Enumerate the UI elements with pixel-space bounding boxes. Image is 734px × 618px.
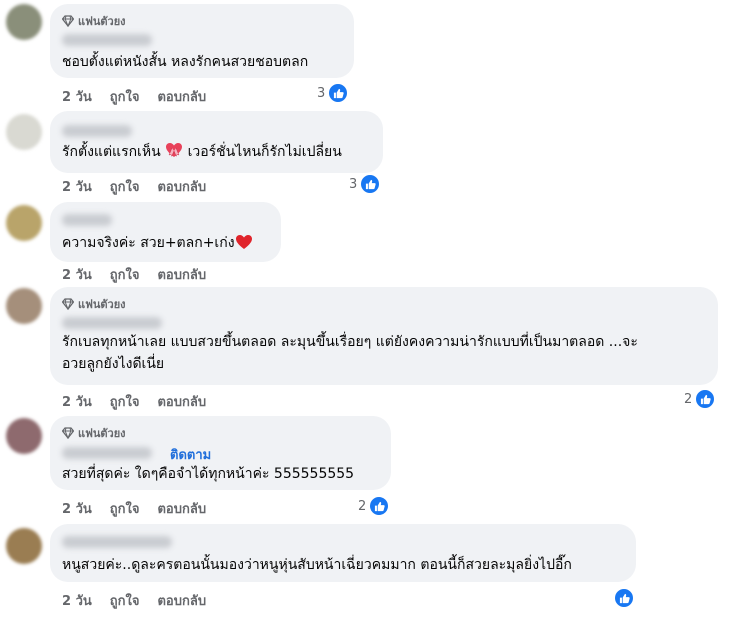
comment-actions: 2 วัน ถูกใจ ตอบกลับ [62, 176, 206, 197]
like-count: 2 [358, 498, 367, 514]
follow-button[interactable]: ติดตาม [170, 444, 211, 465]
like-count: 2 [684, 391, 693, 407]
top-fan-badge: แฟนตัวยง [62, 295, 126, 313]
reaction-count[interactable]: 3 [349, 173, 382, 195]
comment-actions: 2 วัน ถูกใจ ตอบกลับ [62, 264, 206, 285]
comment-bubble: หนูสวยค่ะ..ดูละครตอนนั้นมองว่าหนูหุ่นสับ… [50, 524, 636, 582]
timestamp[interactable]: 2 วัน [62, 590, 92, 611]
comment-actions: 2 วัน ถูกใจ ตอบกลับ [62, 590, 206, 611]
comment-bubble: แฟนตัวยง รักเบลทุกหน้าเลย แบบสวยขึ้นตลอด… [50, 287, 718, 385]
author-name[interactable] [62, 214, 112, 226]
comment-bubble: แฟนตัวยง ติดตาม สวยที่สุดค่ะ ใดๆคือจำได้… [50, 416, 391, 490]
comment-text: ชอบตั้งแต่หนังสั้น หลงรักคนสวยชอบตลก [62, 54, 309, 70]
like-button[interactable]: ถูกใจ [110, 176, 140, 197]
reply-button[interactable]: ตอบกลับ [157, 86, 206, 107]
comment-text-line: รักเบลทุกหน้าเลย แบบสวยขึ้นตลอด ละมุนขึ้… [62, 334, 638, 350]
diamond-icon [62, 298, 74, 310]
comment-bubble: แฟนตัวยง ชอบตั้งแต่หนังสั้น หลงรักคนสวยช… [50, 4, 354, 78]
comment-actions: 2 วัน ถูกใจ ตอบกลับ [62, 498, 206, 519]
like-button[interactable]: ถูกใจ [110, 391, 140, 412]
timestamp[interactable]: 2 วัน [62, 86, 92, 107]
timestamp[interactable]: 2 วัน [62, 264, 92, 285]
red-heart-icon [235, 234, 253, 257]
comment-bubble: รักตั้งแต่แรกเห็น เวอร์ชั่นไหนก็รักไม่เป… [50, 111, 383, 173]
reply-button[interactable]: ตอบกลับ [157, 391, 206, 412]
reaction-count[interactable] [613, 587, 635, 609]
comment-text: สวยที่สุดค่ะ ใดๆคือจำได้ทุกหน้าค่ะ 55555… [62, 466, 355, 482]
comment-text-part: เวอร์ชั่นไหนก็รักไม่เปลี่ยน [187, 144, 342, 160]
reaction-count[interactable]: 3 [317, 82, 350, 104]
heart-ribbon-icon [165, 141, 183, 166]
top-fan-badge: แฟนตัวยง [62, 12, 126, 30]
like-count: 3 [349, 176, 358, 192]
comment-text: ความจริงค่ะ สวย+ตลก+เก่ง [62, 232, 269, 257]
like-button[interactable]: ถูกใจ [110, 264, 140, 285]
reply-button[interactable]: ตอบกลับ [157, 498, 206, 519]
timestamp[interactable]: 2 วัน [62, 498, 92, 519]
author-name[interactable] [62, 34, 152, 46]
avatar[interactable] [6, 4, 42, 40]
reaction-count[interactable]: 2 [684, 388, 717, 410]
like-button[interactable]: ถูกใจ [110, 86, 140, 107]
like-button[interactable]: ถูกใจ [110, 590, 140, 611]
author-name[interactable] [62, 536, 172, 548]
reply-button[interactable]: ตอบกลับ [157, 176, 206, 197]
diamond-icon [62, 427, 74, 439]
comment-text: หนูสวยค่ะ..ดูละครตอนนั้นมองว่าหนูหุ่นสับ… [62, 557, 572, 573]
like-reaction-icon [327, 82, 350, 104]
like-reaction-icon [694, 388, 717, 410]
comment-text-line: อวยลูกยังไงดีเนี่ย [62, 356, 165, 372]
diamond-icon [62, 15, 74, 27]
avatar[interactable] [6, 528, 42, 564]
timestamp[interactable]: 2 วัน [62, 176, 92, 197]
like-reaction-icon [613, 587, 635, 609]
author-name[interactable] [62, 317, 162, 329]
badge-label: แฟนตัวยง [78, 15, 126, 28]
comment-text-part: รักตั้งแต่แรกเห็น [62, 144, 161, 160]
comment-actions: 2 วัน ถูกใจ ตอบกลับ [62, 391, 206, 412]
comment-text: รักเบลทุกหน้าเลย แบบสวยขึ้นตลอด ละมุนขึ้… [62, 331, 706, 375]
reaction-count[interactable]: 2 [358, 495, 391, 517]
comment-text-part: ความจริงค่ะ สวย+ตลก+เก่ง [62, 235, 235, 251]
top-fan-badge: แฟนตัวยง [62, 424, 126, 442]
like-count: 3 [317, 85, 326, 101]
badge-label: แฟนตัวยง [78, 427, 126, 440]
comment-text: รักตั้งแต่แรกเห็น เวอร์ชั่นไหนก็รักไม่เป… [62, 141, 371, 166]
avatar[interactable] [6, 205, 42, 241]
like-button[interactable]: ถูกใจ [110, 498, 140, 519]
avatar[interactable] [6, 288, 42, 324]
author-name[interactable] [62, 447, 152, 459]
like-reaction-icon [359, 173, 382, 195]
avatar[interactable] [6, 418, 42, 454]
author-name[interactable] [62, 125, 132, 137]
comment-bubble: ความจริงค่ะ สวย+ตลก+เก่ง [50, 202, 281, 262]
comment-actions: 2 วัน ถูกใจ ตอบกลับ [62, 86, 206, 107]
like-reaction-icon [368, 495, 391, 517]
reply-button[interactable]: ตอบกลับ [157, 590, 206, 611]
avatar[interactable] [6, 114, 42, 150]
reply-button[interactable]: ตอบกลับ [157, 264, 206, 285]
timestamp[interactable]: 2 วัน [62, 391, 92, 412]
badge-label: แฟนตัวยง [78, 298, 126, 311]
